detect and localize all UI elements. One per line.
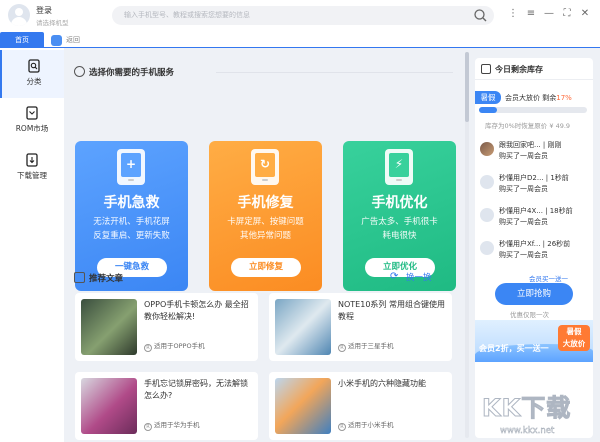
article-card[interactable]: OPPO手机卡顿怎么办 最全招教你轻松解决! R 适用于OPPO手机 — [75, 293, 258, 361]
card-desc: 广告太多、手机很卡 — [361, 217, 438, 227]
card-desc: 耗电很快 — [382, 231, 417, 241]
article-tag: R 适用于三星手机 — [338, 340, 394, 352]
article-section-icon — [74, 272, 85, 283]
main-content: 选择你需要的手机服务 + 手机急救 无法开机、手机花屏 反复重启、更新失败 一键… — [64, 48, 464, 442]
service-section-icon — [74, 66, 85, 77]
article-title: OPPO手机卡顿怎么办 最全招教你轻松解决! — [144, 300, 249, 321]
article-thumbnail — [275, 378, 331, 434]
sidebar-item-label: 下载管理 — [17, 171, 47, 180]
calendar-icon — [481, 64, 491, 74]
back-tab-icon — [51, 35, 62, 46]
card-phone-optimize[interactable]: ⚡ 手机优化 广告太多、手机很卡 耗电很快 立即优化 — [343, 141, 456, 291]
minimize-icon[interactable]: — — [542, 8, 556, 20]
refresh-articles-button[interactable]: ⟳ 换一换 — [390, 271, 432, 283]
member-price-text: 会员大放价 剩余17% — [505, 94, 572, 102]
sidebar-item-rom-market[interactable]: ROM市场 — [0, 97, 64, 145]
banner-badge: 暑假 大放价 — [558, 325, 590, 351]
article-tag: R 适用于OPPO手机 — [144, 340, 205, 352]
card-phone-rescue[interactable]: + 手机急救 无法开机、手机花屏 反复重启、更新失败 一键急救 — [75, 141, 188, 291]
card-title: 手机修复 — [237, 195, 294, 211]
close-icon[interactable]: ✕ — [578, 8, 592, 20]
phone-bolt-icon: ⚡ — [385, 149, 413, 185]
search-placeholder: 输入手机型号、教程或搜索您想要的信息 — [124, 11, 250, 19]
article-thumbnail — [275, 299, 331, 355]
summer-badge: 暑假 — [475, 91, 501, 104]
banner-text: 会员2折，买一送一 — [479, 344, 549, 353]
progress-note: 库存为0%时恢复原价 ¥ 49.9 — [485, 122, 571, 130]
stock-title: 今日剩余库存 — [481, 64, 543, 75]
card-title: 手机急救 — [103, 195, 160, 211]
settings-icon[interactable]: ⋮ — [506, 8, 520, 20]
stock-panel: 今日剩余库存 暑假 会员大放价 剩余17% 库存为0%时恢复原价 ¥ 49.9 … — [475, 58, 593, 438]
sidebar-item-category[interactable]: 分类 — [0, 50, 64, 98]
category-search-icon — [28, 59, 40, 73]
download-manager-icon — [26, 153, 38, 167]
buy-now-button[interactable]: 立即抢购 — [495, 283, 573, 305]
article-tag: R 适用于小米手机 — [338, 419, 394, 431]
stock-progress-fill — [479, 107, 498, 113]
tab-back-label: 返回 — [66, 36, 80, 44]
repair-button[interactable]: 立即修复 — [231, 258, 301, 277]
card-phone-repair[interactable]: ↻ 手机修复 卡屏定屏、按键问题 其他异常问题 立即修复 — [209, 141, 322, 291]
promo-note: 优惠仅限一次 — [510, 311, 549, 319]
user-avatar — [480, 208, 494, 222]
article-card[interactable]: 手机忘记锁屏密码，无法解锁怎么办? R 适用于华为手机 — [75, 372, 258, 440]
card-title: 手机优化 — [371, 195, 428, 211]
tab-home[interactable]: 首页 — [0, 32, 44, 48]
stock-progress-bar — [479, 107, 587, 113]
card-desc: 无法开机、手机花屏 — [93, 217, 170, 227]
article-thumbnail — [81, 378, 137, 434]
service-section-title: 选择你需要的手机服务 — [89, 68, 175, 78]
sidebar-item-label: ROM市场 — [15, 124, 49, 133]
refresh-label: 换一换 — [406, 273, 432, 283]
card-desc: 其他异常问题 — [239, 231, 291, 241]
scrollbar-thumb[interactable] — [465, 52, 469, 122]
phone-plus-icon: + — [117, 149, 145, 185]
card-desc: 反复重启、更新失败 — [93, 231, 170, 241]
phone-refresh-icon: ↻ — [251, 149, 279, 185]
rom-market-icon — [26, 106, 38, 120]
user-avatar — [480, 241, 494, 255]
article-tag: R 适用于华为手机 — [144, 419, 200, 431]
article-card[interactable]: 小米手机的六种隐藏功能 R 适用于小米手机 — [269, 372, 452, 440]
article-title: 小米手机的六种隐藏功能 — [338, 379, 426, 388]
title-bar: 登录 请选择机型 输入手机型号、教程或搜索您想要的信息 ⋮ ≡ — ⛶ ✕ — [0, 0, 600, 32]
user-avatar — [480, 175, 494, 189]
article-section-title: 推荐文章 — [89, 274, 124, 284]
tab-back[interactable]: 返回 — [48, 34, 86, 47]
search-box[interactable]: 输入手机型号、教程或搜索您想要的信息 — [112, 6, 494, 25]
sidebar-item-label: 分类 — [26, 77, 42, 86]
menu-icon[interactable]: ≡ — [524, 8, 538, 20]
article-title: NOTE10系列 常用组合键使用教程 — [338, 300, 445, 321]
article-thumbnail — [81, 299, 137, 355]
article-title: 手机忘记锁屏密码，无法解锁怎么办? — [144, 379, 248, 400]
promo-banner[interactable]: 会员2折，买一送一 暑假 大放价 — [475, 320, 593, 362]
main-scrollbar[interactable] — [465, 52, 469, 438]
card-desc: 卡屏定屏、按键问题 — [227, 217, 304, 227]
maximize-icon[interactable]: ⛶ — [560, 8, 574, 20]
select-model-link[interactable]: 请选择机型 — [36, 17, 69, 27]
tab-bar: 首页 返回 — [0, 32, 600, 48]
sidebar-item-download-manager[interactable]: 下载管理 — [0, 144, 64, 192]
section-divider — [216, 72, 453, 73]
search-icon[interactable] — [473, 8, 488, 23]
sidebar: 分类 ROM市场 下载管理 — [0, 48, 64, 442]
login-link[interactable]: 登录 — [36, 5, 52, 16]
window-controls: ⋮ ≡ — ⛶ ✕ — [502, 8, 592, 20]
refresh-icon: ⟳ — [390, 271, 399, 282]
divider — [475, 79, 593, 80]
promo-badge: 会员买一送一 — [529, 275, 568, 283]
user-avatar — [480, 142, 494, 156]
article-card[interactable]: NOTE10系列 常用组合键使用教程 R 适用于三星手机 — [269, 293, 452, 361]
avatar[interactable] — [8, 4, 30, 26]
